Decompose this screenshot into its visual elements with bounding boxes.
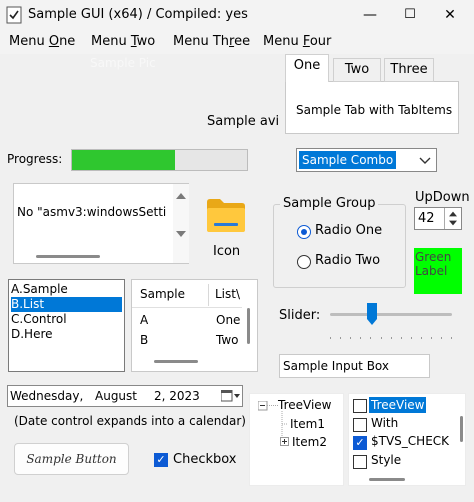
date-note: (Date control expands into a calendar) — [14, 414, 246, 428]
sample-input-box[interactable]: Sample Input Box — [279, 354, 430, 378]
slider-label: Slider: — [279, 308, 321, 323]
group-title: Sample Group — [280, 196, 379, 211]
horizontal-scroll-thumb[interactable] — [154, 360, 198, 363]
column-header-sample[interactable]: Sample — [140, 287, 185, 301]
app-icon — [6, 6, 22, 24]
sample-avi-label: Sample avi — [207, 114, 280, 129]
column-header-list[interactable]: List\ — [215, 287, 240, 301]
updown-spinner[interactable] — [444, 208, 461, 229]
horizontal-scroll-thumb[interactable] — [36, 255, 100, 258]
table-cell: B — [140, 333, 149, 347]
date-day-year[interactable]: 2, 2023 — [154, 389, 200, 403]
sample-group — [273, 204, 406, 288]
menu-one[interactable]: Menu One — [9, 34, 75, 49]
tree-check-item[interactable]: $TVS_CHECK — [371, 434, 449, 448]
list-item[interactable]: D.Here — [11, 327, 122, 342]
checkbox[interactable]: ✓ — [154, 453, 168, 467]
sample-pic: Sample Pic — [90, 56, 156, 70]
expand-plus-icon[interactable] — [280, 437, 289, 446]
table-cell: One — [216, 313, 241, 327]
vertical-scrollbar[interactable] — [173, 184, 189, 263]
tree-checkbox[interactable] — [353, 399, 367, 413]
tree-checkbox-checked[interactable]: ✓ — [353, 436, 367, 450]
scroll-down-icon[interactable] — [176, 231, 186, 237]
slider-ticks — [330, 328, 452, 339]
slider-thumb[interactable] — [366, 302, 378, 326]
vertical-scroll-thumb[interactable] — [460, 416, 463, 442]
column-divider[interactable] — [208, 284, 209, 306]
minimize-button[interactable]: — — [350, 0, 390, 30]
tab-one[interactable]: One — [285, 54, 329, 82]
sample-button[interactable]: Sample Button — [14, 443, 129, 475]
tree-checkbox[interactable] — [353, 418, 367, 432]
tab-three[interactable]: Three — [384, 58, 434, 82]
tree-check-item[interactable]: Style — [371, 453, 401, 467]
menu-two[interactable]: Menu Two — [91, 34, 155, 49]
tree-checkbox[interactable] — [353, 455, 367, 469]
list-item[interactable]: A.Sample — [11, 282, 122, 297]
progress-label: Progress: — [7, 152, 63, 166]
menu-four[interactable]: Menu Four — [263, 34, 331, 49]
radio-one[interactable] — [297, 225, 311, 239]
progress-bar — [71, 149, 248, 171]
input-value: Sample Input Box — [283, 359, 390, 373]
tree-check-item-selected[interactable]: TreeView — [369, 397, 427, 413]
table-cell: Two — [216, 333, 239, 347]
updown-label: UpDown — [415, 190, 470, 205]
green-label: Green Label — [414, 248, 462, 294]
spin-down-icon[interactable] — [449, 220, 457, 226]
sample-combo[interactable]: Sample Combo — [296, 148, 437, 172]
horizontal-scroll-thumb[interactable] — [369, 478, 405, 481]
tab-content-text: Sample Tab with TabItems — [296, 103, 453, 117]
radio-two-label: Radio Two — [315, 253, 381, 268]
slider[interactable] — [330, 300, 452, 339]
table-cell: A — [140, 313, 149, 327]
tree-view[interactable]: TreeView Item1 Item2 — [249, 393, 344, 486]
date-weekday[interactable]: Wednesday, — [10, 389, 83, 403]
chevron-down-icon — [419, 157, 431, 164]
radio-one-label: Radio One — [315, 223, 383, 238]
list-item[interactable]: B.List — [11, 297, 122, 312]
checkbox-label: Checkbox — [173, 452, 237, 467]
maximize-button[interactable]: ☐ — [390, 0, 430, 30]
edit-text: No "asmv3:windowsSetting — [17, 205, 167, 219]
listview-header: Sample List\ — [132, 280, 242, 308]
folder-icon — [207, 199, 245, 232]
progress-fill — [72, 150, 176, 170]
tree-check-item[interactable]: With — [371, 416, 398, 430]
date-month[interactable]: August — [95, 389, 137, 403]
tree-item1-label[interactable]: Item1 — [290, 417, 325, 431]
window-title: Sample GUI (x64) / Compiled: yes — [28, 7, 248, 22]
list-view[interactable]: Sample List\ A One B Two — [131, 279, 258, 372]
combo-selected-text: Sample Combo — [299, 151, 397, 169]
multiline-edit[interactable]: No "asmv3:windowsSetting — [13, 183, 189, 264]
updown-value: 42 — [418, 211, 435, 226]
tree-root-label[interactable]: TreeView — [278, 398, 331, 412]
updown-control[interactable]: 42 — [414, 207, 462, 230]
checkbox-tree-view[interactable]: TreeView With ✓ $TVS_CHECK Style — [348, 393, 466, 486]
radio-two[interactable] — [297, 255, 311, 269]
menu-three[interactable]: Menu Three — [173, 34, 250, 49]
calendar-dropdown-icon[interactable] — [221, 390, 241, 402]
spin-up-icon[interactable] — [449, 211, 457, 217]
close-button[interactable]: ✕ — [430, 0, 470, 30]
tree-item2-label[interactable]: Item2 — [292, 435, 327, 449]
tab-two[interactable]: Two — [333, 58, 381, 82]
list-item[interactable]: C.Control — [11, 312, 122, 327]
date-picker[interactable]: Wednesday, August 2, 2023 — [7, 385, 243, 407]
icon-label: Icon — [213, 244, 241, 259]
scroll-up-icon[interactable] — [176, 193, 186, 199]
vertical-scroll-thumb[interactable] — [247, 308, 250, 344]
list-box[interactable]: A.Sample B.List C.Control D.Here — [8, 279, 125, 372]
slider-track — [330, 313, 452, 316]
